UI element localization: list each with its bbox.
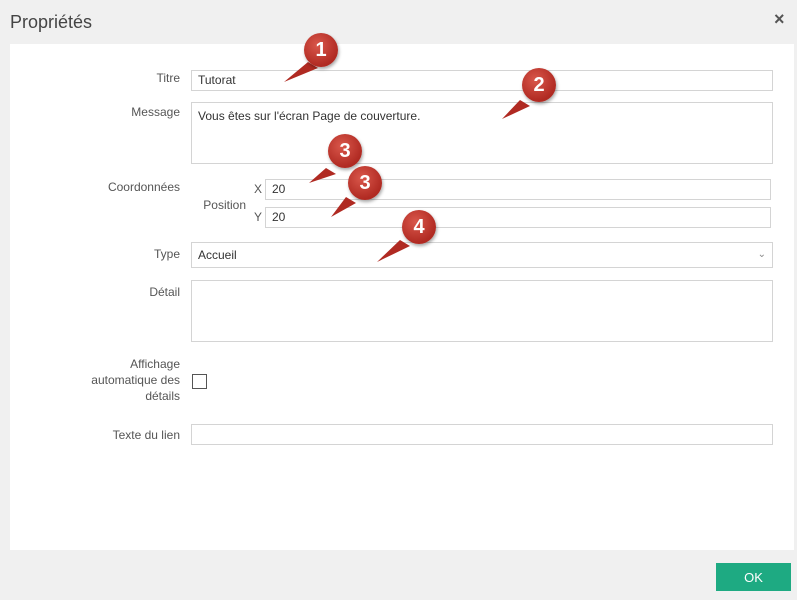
callout-pointer-3b bbox=[331, 197, 356, 217]
dialog-footer bbox=[0, 550, 797, 600]
properties-dialog: Propriétés × Titre Tutorat Message Vous … bbox=[0, 0, 797, 600]
callout-marker: 4 bbox=[402, 210, 436, 244]
ok-button[interactable]: OK bbox=[716, 563, 791, 591]
callout-pointer-2 bbox=[502, 100, 530, 119]
callout-marker: 1 bbox=[304, 33, 338, 67]
callout-pointer-4 bbox=[377, 240, 410, 262]
callout-marker: 3 bbox=[348, 166, 382, 200]
callout-marker: 3 bbox=[328, 134, 362, 168]
callout-pointers bbox=[284, 62, 530, 262]
callout-marker: 2 bbox=[522, 68, 556, 102]
callout-pointer-3a bbox=[309, 168, 336, 183]
